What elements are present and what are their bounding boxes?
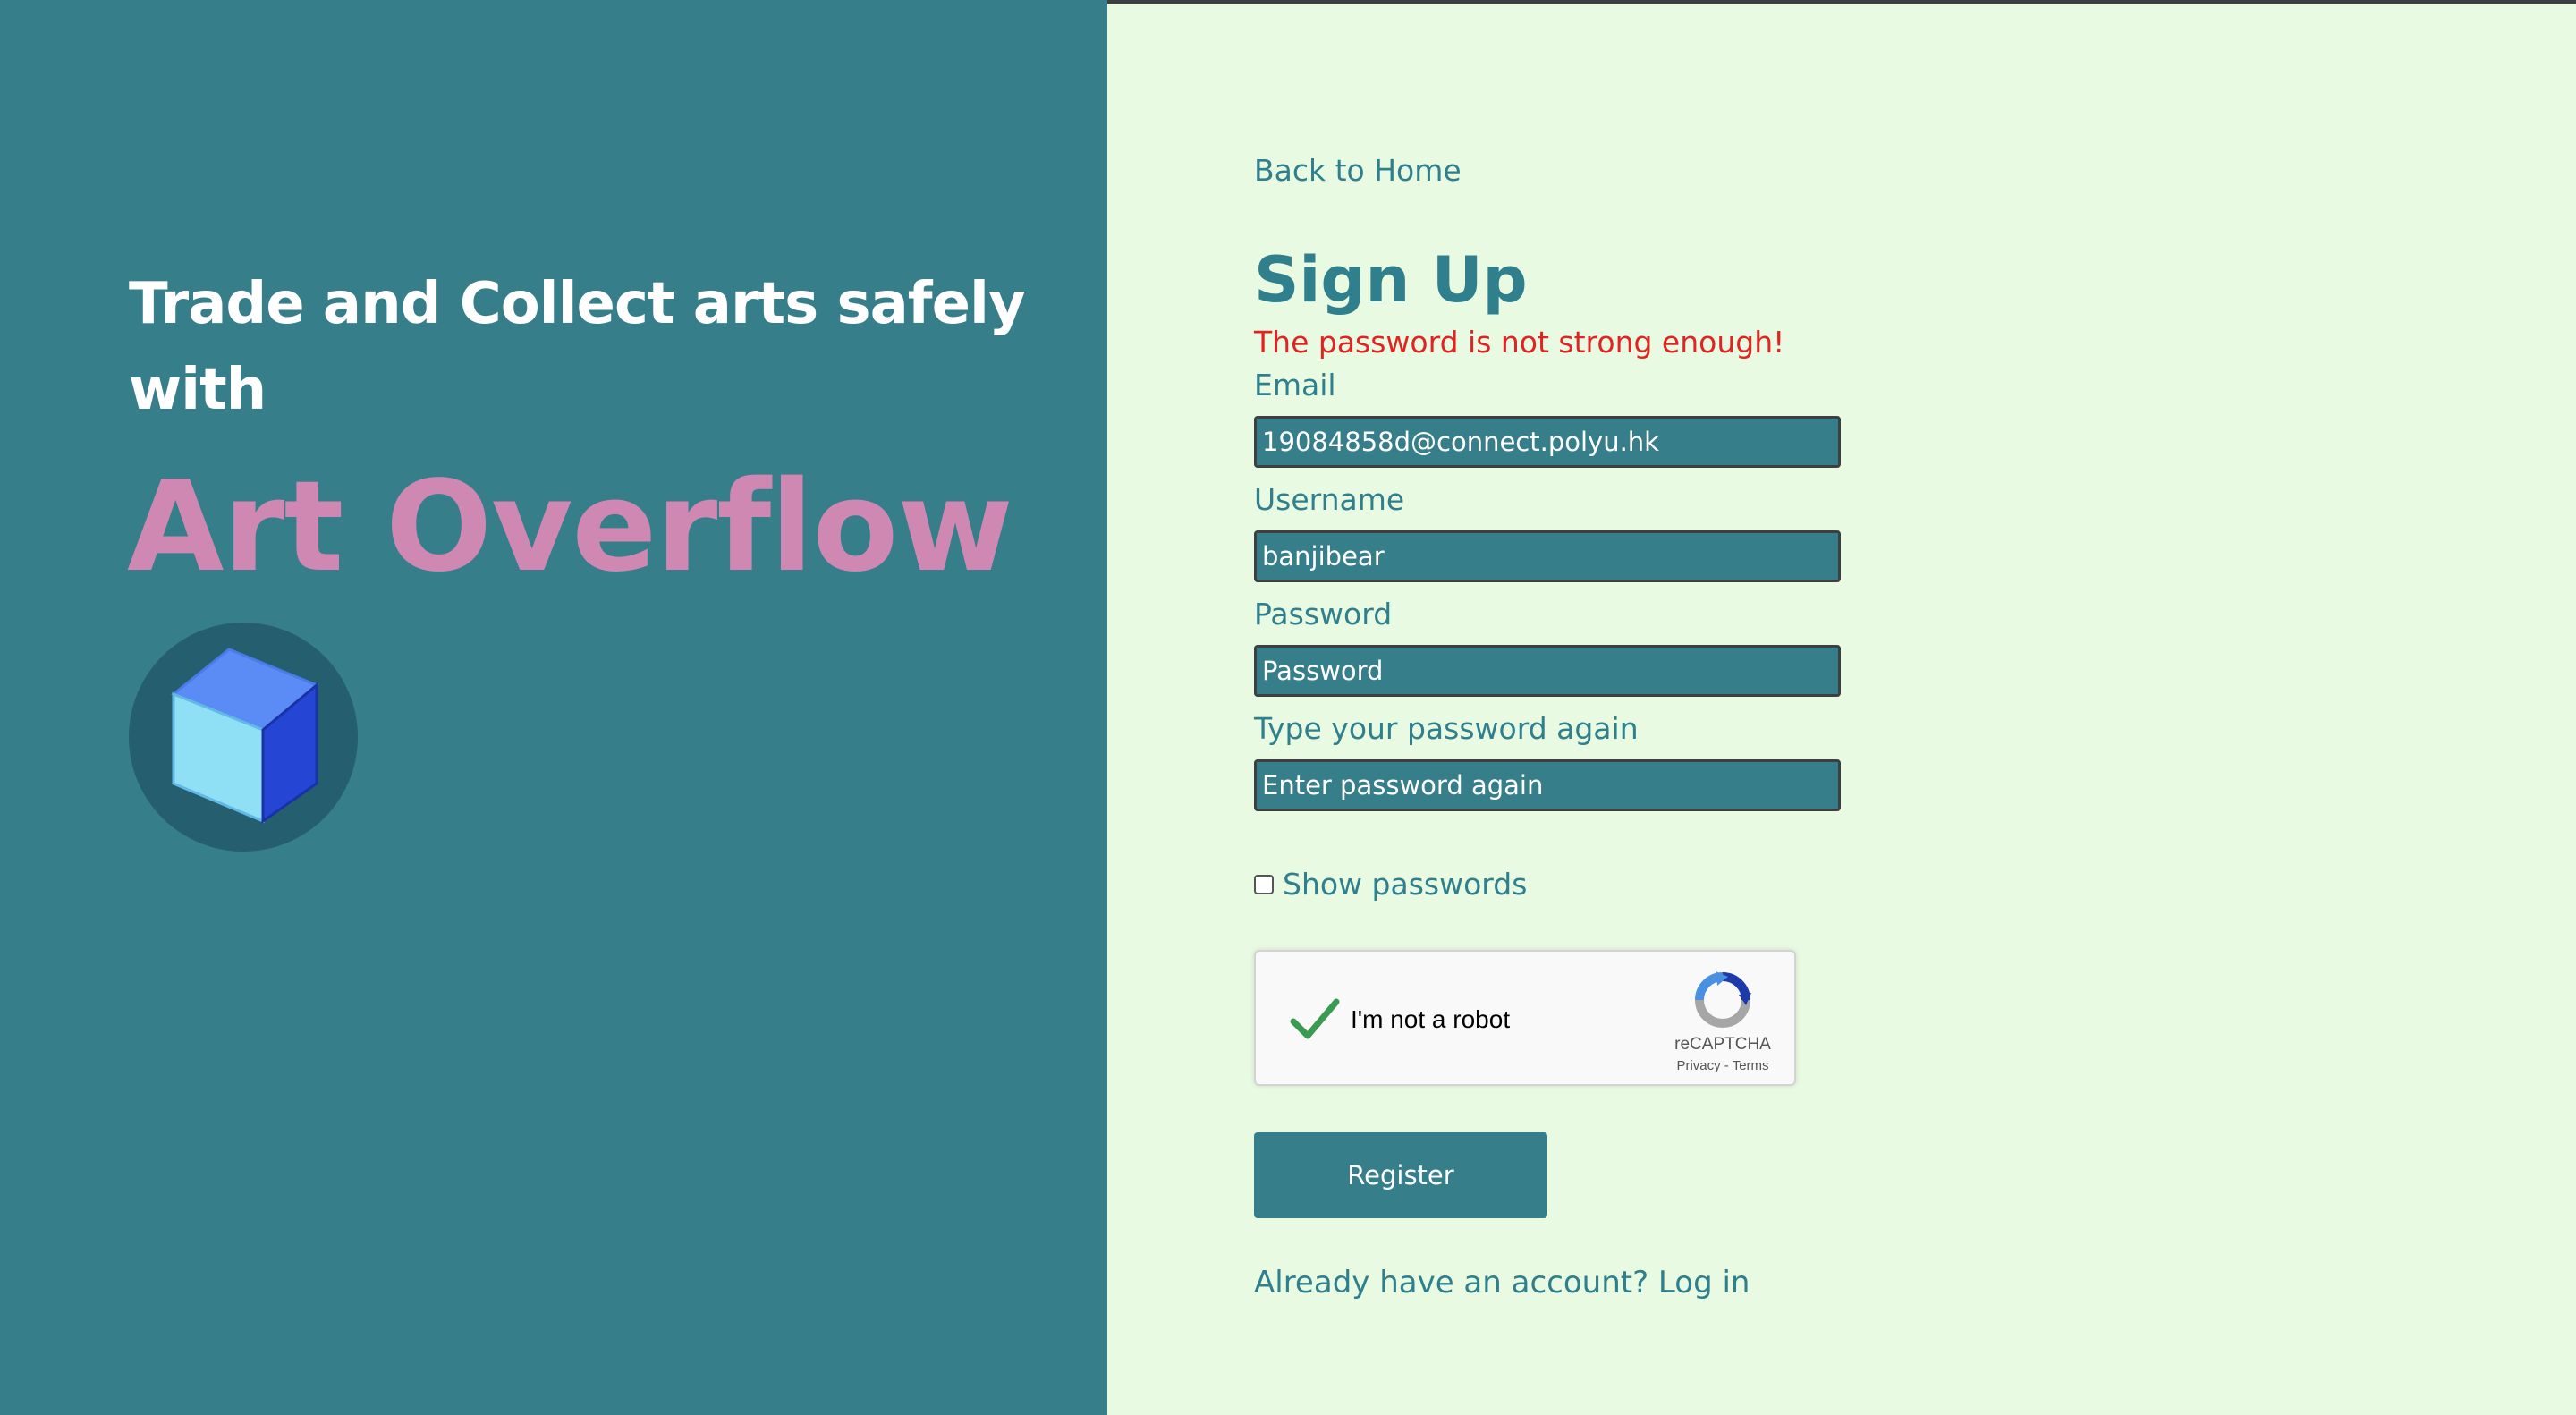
confirm-password-field[interactable] (1254, 759, 1841, 811)
checkmark-icon[interactable] (1286, 991, 1343, 1048)
confirm-password-label: Type your password again (1254, 711, 1639, 746)
login-prompt: Already have an account? Log in (1254, 1259, 1750, 1306)
show-passwords-label: Show passwords (1283, 867, 1528, 902)
hero-panel: Trade and Collect arts safely with Art O… (0, 0, 1107, 1415)
login-link[interactable]: Already have an account? Log in (1254, 1265, 1750, 1301)
blue-cube-icon (171, 648, 319, 824)
recaptcha-terms-link[interactable]: Terms (1733, 1058, 1769, 1073)
brand-logo (129, 623, 358, 852)
recaptcha-widget: I'm not a robot reCAPTCHA Privacy - Term… (1254, 950, 1796, 1086)
password-field[interactable] (1254, 645, 1841, 697)
show-passwords-checkbox[interactable] (1254, 875, 1274, 894)
username-label: Username (1254, 482, 1405, 517)
brand-name: Art Overflow (127, 454, 1013, 600)
hero-tagline: Trade and Collect arts safely with (129, 271, 1026, 423)
password-label: Password (1254, 597, 1393, 631)
register-button[interactable]: Register (1254, 1132, 1547, 1218)
error-message: The password is not strong enough! (1254, 325, 1785, 360)
recaptcha-privacy-link[interactable]: Privacy (1676, 1058, 1720, 1073)
email-field[interactable] (1254, 416, 1841, 468)
username-field[interactable] (1254, 530, 1841, 582)
recaptcha-links: Privacy - Terms (1660, 1057, 1785, 1075)
page-title: Sign Up (1254, 243, 1528, 317)
email-label: Email (1254, 368, 1336, 402)
show-passwords-toggle[interactable]: Show passwords (1254, 862, 1527, 907)
recaptcha-label: I'm not a robot (1351, 1005, 1511, 1033)
back-to-home-link[interactable]: Back to Home (1254, 148, 1462, 193)
recaptcha-logo-icon (1695, 971, 1751, 1028)
recaptcha-links-separator: - (1720, 1058, 1733, 1073)
recaptcha-brand: reCAPTCHA (1674, 1035, 1771, 1054)
